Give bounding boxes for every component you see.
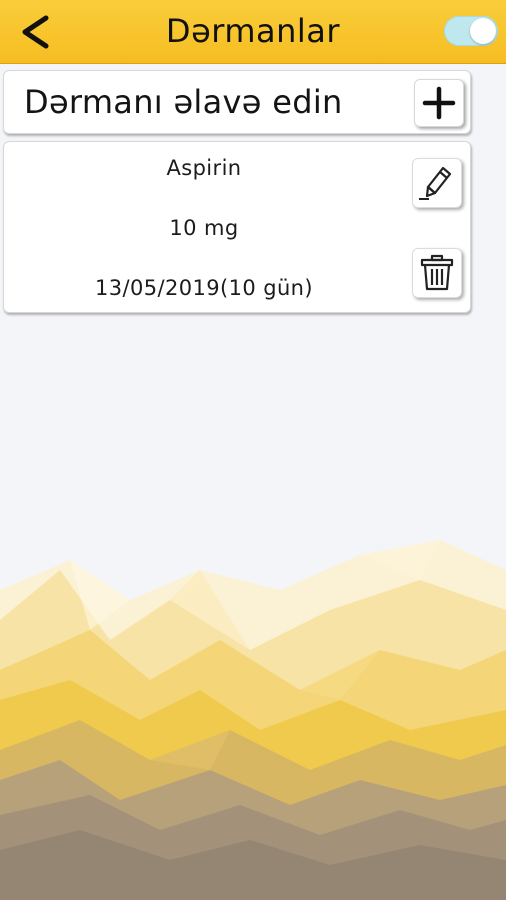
trash-icon xyxy=(420,254,454,291)
mountain-background-art xyxy=(0,540,506,900)
back-button[interactable] xyxy=(8,6,64,58)
mode-toggle[interactable] xyxy=(444,16,498,46)
medicine-date: 13/05/2019(10 gün) xyxy=(95,276,313,300)
medicine-dose: 10 mg xyxy=(169,216,239,240)
plus-icon xyxy=(422,86,456,120)
chevron-left-icon xyxy=(22,15,49,49)
medicine-card: Aspirin 10 mg 13/05/2019(10 gün) xyxy=(3,141,471,313)
add-medicine-row[interactable]: Dərmanı əlavə edin xyxy=(3,70,471,134)
page-title: Dərmanlar xyxy=(165,12,341,50)
toggle-knob xyxy=(470,18,496,44)
add-medicine-button[interactable] xyxy=(414,79,464,127)
edit-medicine-button[interactable] xyxy=(412,158,462,208)
medicine-name: Aspirin xyxy=(166,156,242,180)
delete-medicine-button[interactable] xyxy=(412,248,462,298)
top-app-bar: Dərmanlar xyxy=(0,0,506,64)
add-medicine-label: Dərmanı əlavə edin xyxy=(24,83,343,121)
pencil-icon xyxy=(419,166,452,200)
